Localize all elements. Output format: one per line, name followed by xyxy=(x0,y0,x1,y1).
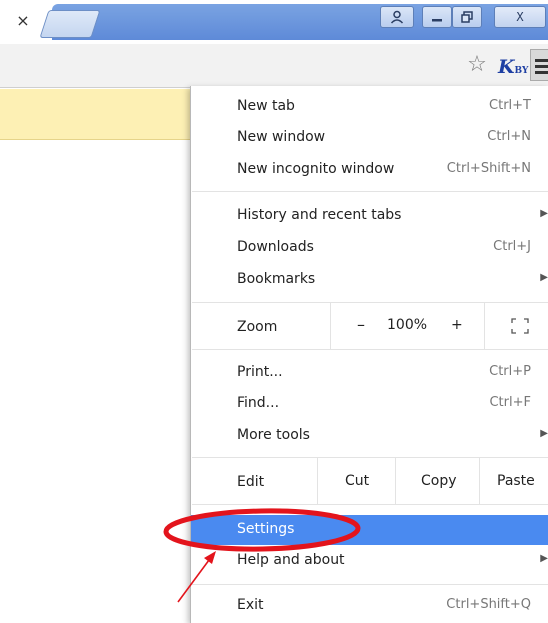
menu-item-print[interactable]: Print... Ctrl+P xyxy=(191,358,548,388)
restore-icon xyxy=(461,11,473,23)
menu-item-label: Exit xyxy=(237,597,264,613)
menu-item-label: Find... xyxy=(237,395,280,411)
submenu-arrow-icon: ▶ xyxy=(540,272,548,283)
zoom-out-button[interactable]: – xyxy=(357,315,365,334)
copy-button[interactable]: Copy xyxy=(421,473,457,489)
zoom-divider xyxy=(330,303,331,349)
menu-item-label: Print... xyxy=(237,364,283,380)
menu-separator xyxy=(192,191,548,192)
menu-item-shortcut: Ctrl+F xyxy=(489,395,531,410)
menu-item-label: More tools xyxy=(237,427,310,443)
menu-item-new-tab[interactable]: New tab Ctrl+T xyxy=(191,92,548,122)
chrome-menu-button[interactable] xyxy=(530,49,548,81)
menu-item-shortcut: Ctrl+N xyxy=(487,129,531,144)
edit-label: Edit xyxy=(237,474,265,490)
menu-item-downloads[interactable]: Downloads Ctrl+J xyxy=(191,233,548,263)
menu-item-label: New window xyxy=(237,129,326,145)
menu-separator xyxy=(192,349,548,350)
paste-button[interactable]: Paste xyxy=(497,473,535,489)
menu-item-label: Downloads xyxy=(237,239,314,255)
zoom-in-button[interactable]: + xyxy=(451,317,463,333)
extension-letter: K xyxy=(498,56,515,78)
info-bar xyxy=(0,89,190,140)
menu-item-shortcut: Ctrl+Shift+N xyxy=(446,161,531,176)
zoom-label: Zoom xyxy=(237,319,278,335)
zoom-divider xyxy=(484,303,485,349)
menu-item-shortcut: Ctrl+T xyxy=(489,98,531,113)
menu-item-label: Help and about xyxy=(237,552,345,568)
edit-divider xyxy=(479,458,480,504)
menu-item-shortcut: Ctrl+P xyxy=(489,364,531,379)
menu-item-label: New tab xyxy=(237,98,295,114)
cut-button[interactable]: Cut xyxy=(345,473,369,489)
close-window-button[interactable]: X xyxy=(494,6,546,28)
edit-divider xyxy=(317,458,318,504)
menu-item-history[interactable]: History and recent tabs ▶ xyxy=(191,201,548,231)
tab-close-icon[interactable]: × xyxy=(12,10,34,32)
menu-separator xyxy=(192,584,548,585)
menu-item-label: History and recent tabs xyxy=(237,207,402,223)
menu-item-shortcut: Ctrl+J xyxy=(493,239,531,254)
menu-item-new-window[interactable]: New window Ctrl+N xyxy=(191,123,548,153)
user-profile-button[interactable] xyxy=(380,6,414,28)
zoom-level: 100% xyxy=(387,317,428,333)
menu-item-new-incognito-window[interactable]: New incognito window Ctrl+Shift+N xyxy=(191,155,548,185)
menu-zoom-row: Zoom – 100% + xyxy=(191,303,548,349)
menu-item-label: Settings xyxy=(237,521,295,537)
edit-divider xyxy=(395,458,396,504)
new-tab-button[interactable] xyxy=(39,10,101,38)
user-icon xyxy=(390,10,404,24)
menu-item-label: Bookmarks xyxy=(237,271,316,287)
minimize-button[interactable] xyxy=(422,6,452,28)
menu-edit-row: Edit Cut Copy Paste xyxy=(191,458,548,504)
menu-item-label: New incognito window xyxy=(237,161,395,177)
menu-item-exit[interactable]: Exit Ctrl+Shift+Q xyxy=(191,591,548,621)
submenu-arrow-icon: ▶ xyxy=(540,553,548,564)
menu-item-more-tools[interactable]: More tools ▶ xyxy=(191,421,548,451)
menu-item-settings[interactable]: Settings xyxy=(191,515,548,545)
minimize-icon xyxy=(432,19,442,22)
submenu-arrow-icon: ▶ xyxy=(540,208,548,219)
title-bar: × X xyxy=(0,0,548,44)
restore-button[interactable] xyxy=(452,6,482,28)
close-icon: X xyxy=(516,10,524,24)
menu-item-bookmarks[interactable]: Bookmarks ▶ xyxy=(191,265,548,295)
extension-sub: BY xyxy=(514,66,529,76)
fullscreen-icon[interactable] xyxy=(511,318,529,334)
chrome-menu: New tab Ctrl+T New window Ctrl+N New inc… xyxy=(190,86,548,623)
menu-item-help-and-about[interactable]: Help and about ▶ xyxy=(191,546,548,576)
menu-item-shortcut: Ctrl+Shift+Q xyxy=(446,597,531,612)
menu-item-find[interactable]: Find... Ctrl+F xyxy=(191,389,548,419)
menu-separator xyxy=(192,504,548,505)
submenu-arrow-icon: ▶ xyxy=(540,428,548,439)
bookmark-star-icon[interactable]: ☆ xyxy=(464,52,490,78)
extension-icon[interactable]: KBY xyxy=(498,54,528,80)
